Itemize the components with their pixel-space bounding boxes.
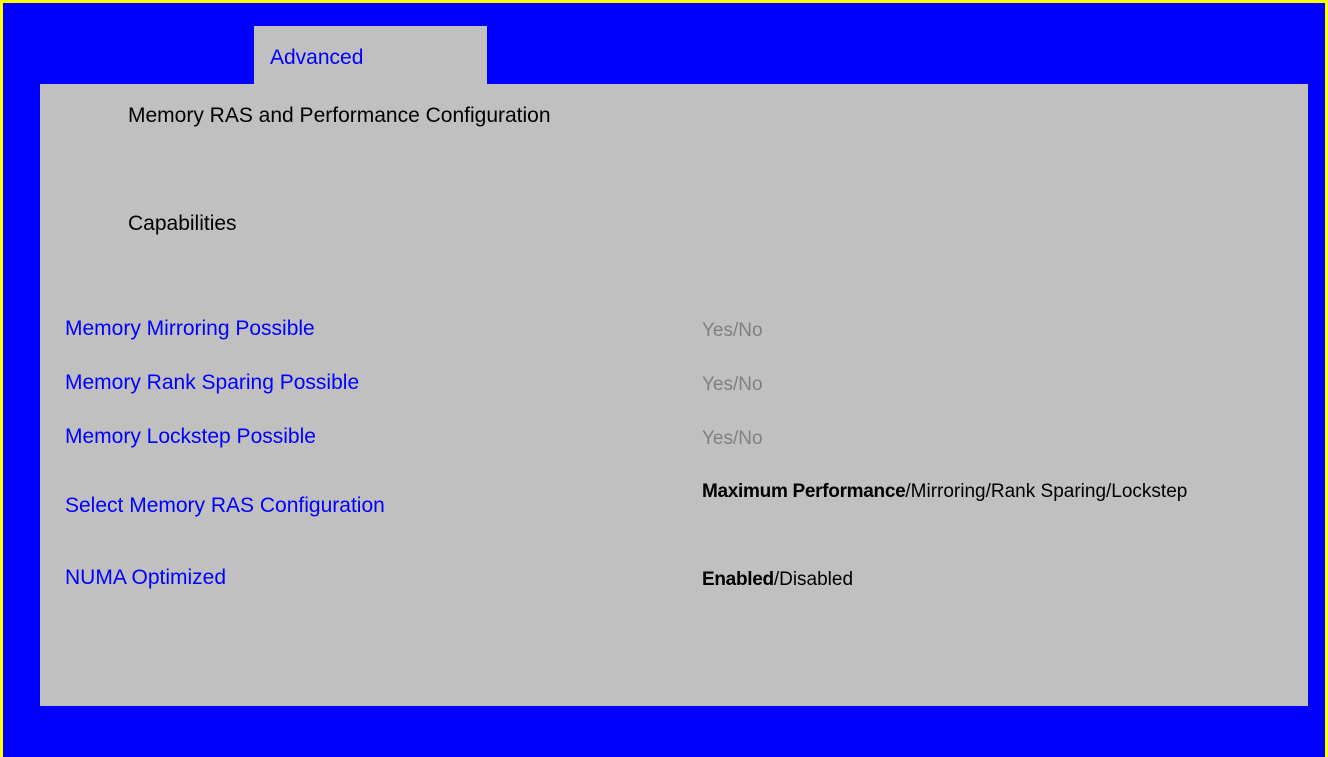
select-memory-ras-configuration-value[interactable]: Maximum Performance/Mirroring/Rank Spari… xyxy=(702,477,1222,507)
select-memory-ras-configuration-label[interactable]: Select Memory RAS Configuration xyxy=(65,494,385,518)
memory-rank-sparing-possible-label[interactable]: Memory Rank Sparing Possible xyxy=(65,371,359,395)
numa-selected-option: Enabled xyxy=(702,569,774,590)
bios-setup-screen: Advanced Memory RAS and Performance Conf… xyxy=(0,0,1328,757)
numa-optimized-value[interactable]: Enabled/Disabled xyxy=(702,565,1222,595)
memory-mirroring-possible-value: Yes/No xyxy=(702,320,763,341)
memory-lockstep-possible-label[interactable]: Memory Lockstep Possible xyxy=(65,425,316,449)
ras-config-selected-option: Maximum Performance xyxy=(702,481,906,502)
tab-advanced-label: Advanced xyxy=(270,46,364,69)
page-title: Memory RAS and Performance Configuration xyxy=(128,104,551,127)
memory-lockstep-possible-value: Yes/No xyxy=(702,428,763,449)
numa-other-options: /Disabled xyxy=(773,569,854,590)
tab-advanced[interactable]: Advanced xyxy=(254,26,487,86)
numa-optimized-label[interactable]: NUMA Optimized xyxy=(65,566,226,590)
ras-config-other-options: /Mirroring/Rank Sparing/Lockstep xyxy=(905,481,1188,502)
settings-panel: Memory RAS and Performance Configuration… xyxy=(40,84,1308,706)
memory-rank-sparing-possible-value: Yes/No xyxy=(702,374,763,395)
section-heading-capabilities: Capabilities xyxy=(128,212,237,235)
memory-mirroring-possible-label[interactable]: Memory Mirroring Possible xyxy=(65,317,315,341)
